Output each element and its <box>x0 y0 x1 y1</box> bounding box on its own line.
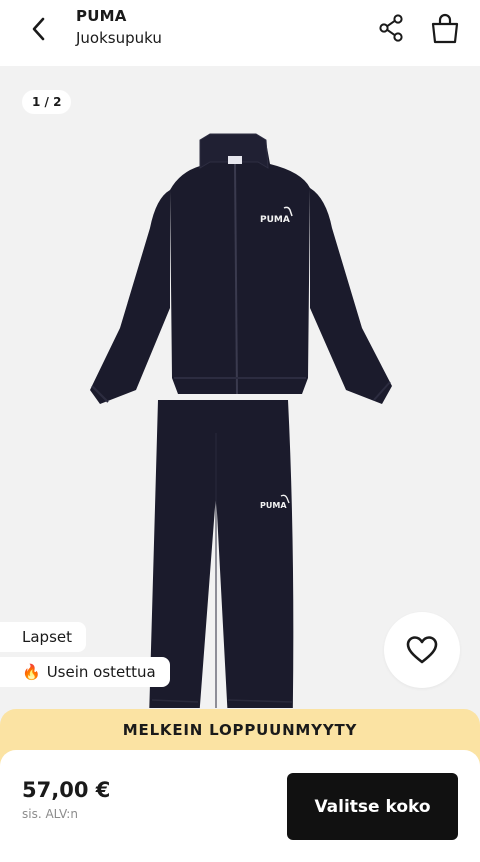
product-image[interactable]: PUMA PUMA <box>70 128 410 708</box>
tag-kids: Lapset <box>0 622 86 652</box>
image-counter: 1 / 2 <box>22 90 72 114</box>
fire-icon: 🔥 <box>22 663 41 681</box>
share-button[interactable] <box>374 11 408 45</box>
tag-popular-label: Usein ostettua <box>46 663 156 681</box>
tag-popular: 🔥 Usein ostettua <box>0 657 170 687</box>
price: 57,00 € <box>22 778 111 802</box>
brand-name[interactable]: PUMA <box>76 7 127 25</box>
chevron-left-icon <box>32 17 45 41</box>
purchase-bar: 57,00 € sis. ALV:n Valitse koko <box>0 750 480 862</box>
svg-text:PUMA: PUMA <box>260 501 287 510</box>
shopping-bag-button[interactable] <box>426 9 464 47</box>
vat-note: sis. ALV:n <box>22 807 78 821</box>
tag-kids-label: Lapset <box>22 628 72 646</box>
favorite-button[interactable] <box>384 612 460 688</box>
share-icon <box>379 14 403 42</box>
shopping-bag-icon <box>431 13 459 44</box>
top-bar: PUMA Juoksupuku <box>0 0 480 66</box>
heart-icon <box>406 636 438 664</box>
product-gallery[interactable]: 1 / 2 PUMA PUMA Lapset 🔥 Usein ostettua <box>0 66 480 766</box>
select-size-button[interactable]: Valitse koko <box>287 773 458 840</box>
back-button[interactable] <box>22 12 56 46</box>
svg-text:PUMA: PUMA <box>260 215 290 225</box>
low-stock-text: MELKEIN LOPPUUNMYYTY <box>122 721 358 739</box>
product-type: Juoksupuku <box>76 29 162 47</box>
